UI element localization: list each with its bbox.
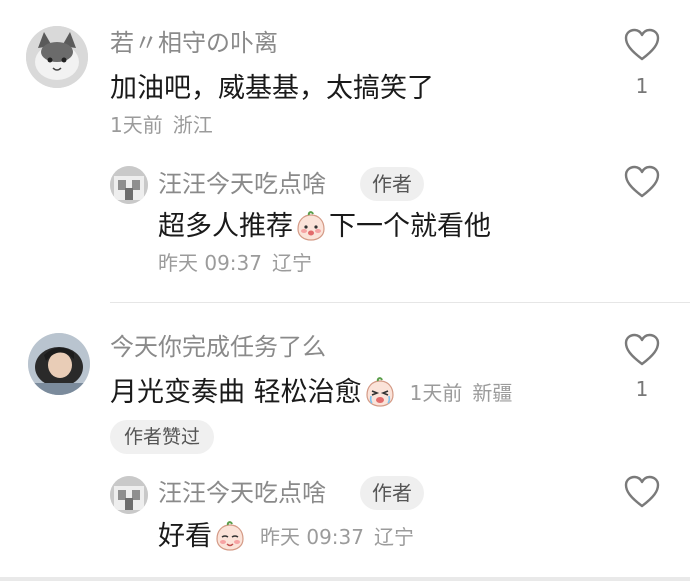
comment-username[interactable]: 今天你完成任务了么 [110, 332, 326, 362]
reply-username[interactable]: 汪汪今天吃点啥 [158, 478, 326, 508]
divider [110, 302, 690, 303]
author-badge: 作者 [360, 476, 424, 510]
reply-text-body: 好看 [158, 521, 212, 552]
avatar-author[interactable] [110, 476, 148, 514]
reply-text: 超多人推荐 下一个就看他 [158, 210, 491, 244]
reply-like-heart-icon[interactable] [624, 165, 660, 199]
reply-text-after: 下一个就看他 [329, 211, 491, 242]
blushing-peach-emoji-icon [295, 211, 327, 243]
bottom-divider [0, 577, 690, 581]
reply-text: 好看 昨天 09:37 辽宁 [158, 520, 414, 554]
avatar-author[interactable] [110, 166, 148, 204]
reply-location: 辽宁 [272, 251, 312, 275]
like-count: 1 [635, 377, 649, 401]
author-badge: 作者 [360, 167, 424, 201]
comment-text-body: 月光变奏曲 轻松治愈 [110, 377, 362, 408]
like-count: 1 [635, 74, 649, 98]
comment-location: 浙江 [172, 113, 213, 137]
comment-username[interactable]: 若〃相守の卟离 [110, 28, 278, 58]
shy-peach-emoji-icon [214, 521, 246, 553]
comment-time: 1天前 [110, 113, 163, 137]
comment-time: 1天前 [409, 381, 463, 405]
reply-meta: 昨天 09:37 辽宁 [260, 524, 414, 550]
reply-username[interactable]: 汪汪今天吃点啥 [158, 169, 326, 199]
reply-time: 昨天 09:37 [260, 525, 364, 549]
reply-time: 昨天 09:37 [158, 251, 262, 275]
reply-meta: 昨天 09:37 辽宁 [158, 250, 312, 276]
comment-text: 加油吧，威基基，太搞笑了 [110, 73, 434, 104]
reply-text-before: 超多人推荐 [158, 211, 293, 242]
like-heart-icon[interactable] [624, 28, 660, 62]
like-heart-icon[interactable] [624, 333, 660, 367]
comment-meta: 1天前 浙江 [110, 112, 213, 138]
reply-location: 辽宁 [374, 525, 414, 549]
crying-peach-emoji-icon [364, 377, 396, 409]
reply-like-heart-icon[interactable] [624, 475, 660, 509]
comment-text: 月光变奏曲 轻松治愈 1天前 新疆 [110, 376, 512, 410]
comment-location: 新疆 [472, 381, 513, 405]
avatar-cat[interactable] [26, 26, 88, 88]
comment-meta: 1天前 新疆 [410, 380, 513, 406]
author-liked-badge: 作者赞过 [110, 420, 215, 454]
avatar-girl[interactable] [28, 333, 90, 395]
